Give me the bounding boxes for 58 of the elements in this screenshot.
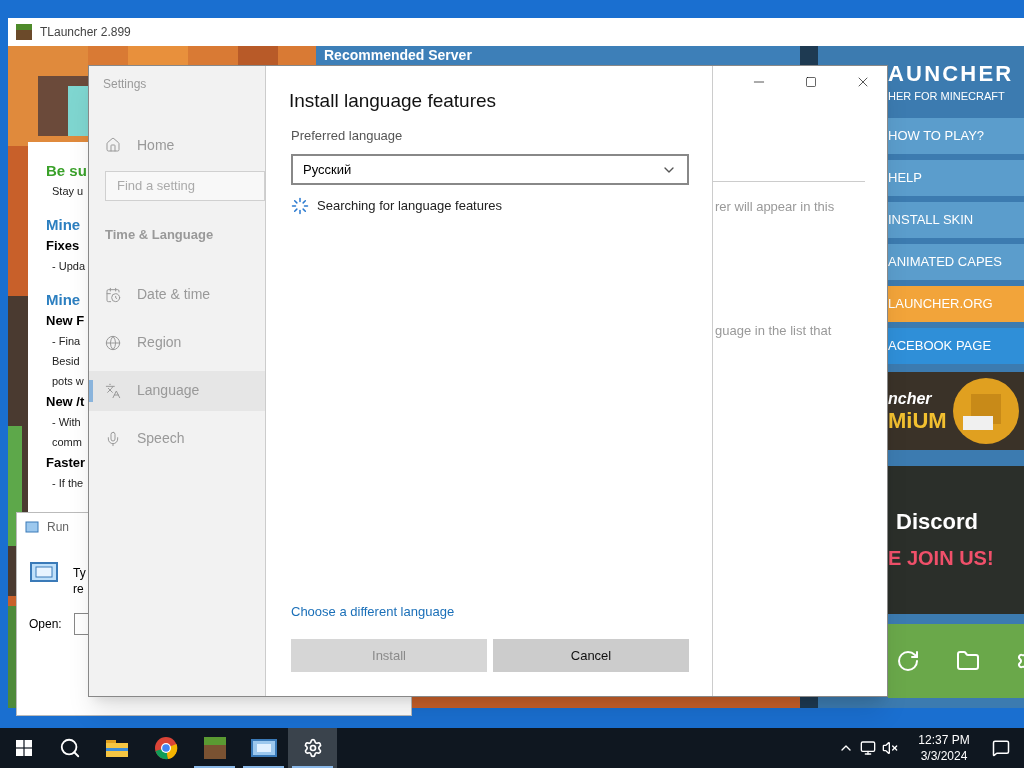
- language-icon: [105, 382, 121, 399]
- search-icon[interactable]: [59, 737, 81, 759]
- selection-indicator: [89, 379, 93, 402]
- menu-button[interactable]: ANIMATED CAPES: [888, 244, 1024, 280]
- folder-icon[interactable]: [956, 649, 980, 673]
- brand-tagline: HER FOR MINECRAFT: [888, 89, 1006, 104]
- globe-icon: [105, 334, 121, 351]
- running-indicator: [194, 766, 235, 768]
- app-title: Settings: [102, 76, 148, 93]
- field-label: Preferred language: [290, 126, 404, 145]
- home-icon: [105, 137, 121, 153]
- menu-button[interactable]: LAUNCHER.ORG: [888, 286, 1024, 322]
- menu-button[interactable]: HELP: [888, 160, 1024, 196]
- status-text: Searching for language features: [317, 197, 502, 215]
- faded-text: guage in the list that: [714, 321, 833, 340]
- different-language-link[interactable]: Choose a different language: [291, 601, 689, 621]
- faded-text: rer will appear in this: [714, 198, 836, 216]
- window-title: TLauncher 2.899: [40, 24, 131, 41]
- running-indicator: [292, 766, 333, 768]
- dialog-button[interactable]: Cancel: [493, 639, 689, 672]
- server-banner: Recommended Server: [316, 46, 800, 65]
- menu-button[interactable]: ACEBOOK PAGE: [888, 328, 1024, 364]
- nav-item[interactable]: Language: [89, 370, 265, 411]
- settings-icon: [302, 738, 323, 758]
- banner-text: Discord: [895, 510, 979, 534]
- nav-item[interactable]: Date & time: [89, 274, 265, 315]
- grass-block-icon: [16, 24, 32, 40]
- premium-banner[interactable]: ncher MiUM: [888, 372, 1024, 450]
- grass-block-icon: [203, 737, 226, 759]
- nav-item[interactable]: Home: [89, 125, 265, 165]
- maximize-icon[interactable]: [805, 76, 817, 88]
- discord-banner[interactable]: Discord E JOIN US!: [888, 466, 1024, 614]
- banner-text: E JOIN US!: [888, 546, 995, 570]
- browser-icon: [153, 736, 178, 760]
- banner-text: MiUM: [888, 409, 947, 433]
- running-indicator: [243, 766, 284, 768]
- taskbar-app[interactable]: [288, 728, 337, 768]
- language-dropdown[interactable]: Русский: [291, 154, 689, 185]
- section-heading: Time & Language: [104, 226, 215, 244]
- nav-item[interactable]: Region: [89, 322, 265, 363]
- calendar-icon: [105, 286, 121, 303]
- brand-name: AUNCHER: [888, 60, 1015, 88]
- banner-text: ncher: [888, 389, 933, 409]
- menu-button[interactable]: INSTALL SKIN: [888, 202, 1024, 238]
- menu-button[interactable]: HOW TO PLAY?: [888, 118, 1024, 154]
- network-icon[interactable]: [860, 740, 876, 756]
- refresh-icon[interactable]: [896, 649, 920, 673]
- run-icon: [250, 739, 277, 757]
- muted-speaker-icon[interactable]: [882, 740, 898, 756]
- notifications-icon[interactable]: [992, 739, 1010, 757]
- windows-logo-icon[interactable]: [16, 740, 32, 756]
- spinner-icon: [291, 196, 309, 215]
- microphone-icon: [105, 430, 121, 447]
- dialog-title: Install language features: [289, 89, 498, 113]
- folder-icon: [104, 738, 129, 758]
- search-field[interactable]: Find a setting: [105, 171, 265, 201]
- nav-item[interactable]: Speech: [89, 418, 265, 459]
- clock[interactable]: 12:37 PM 3/3/2024: [908, 732, 980, 764]
